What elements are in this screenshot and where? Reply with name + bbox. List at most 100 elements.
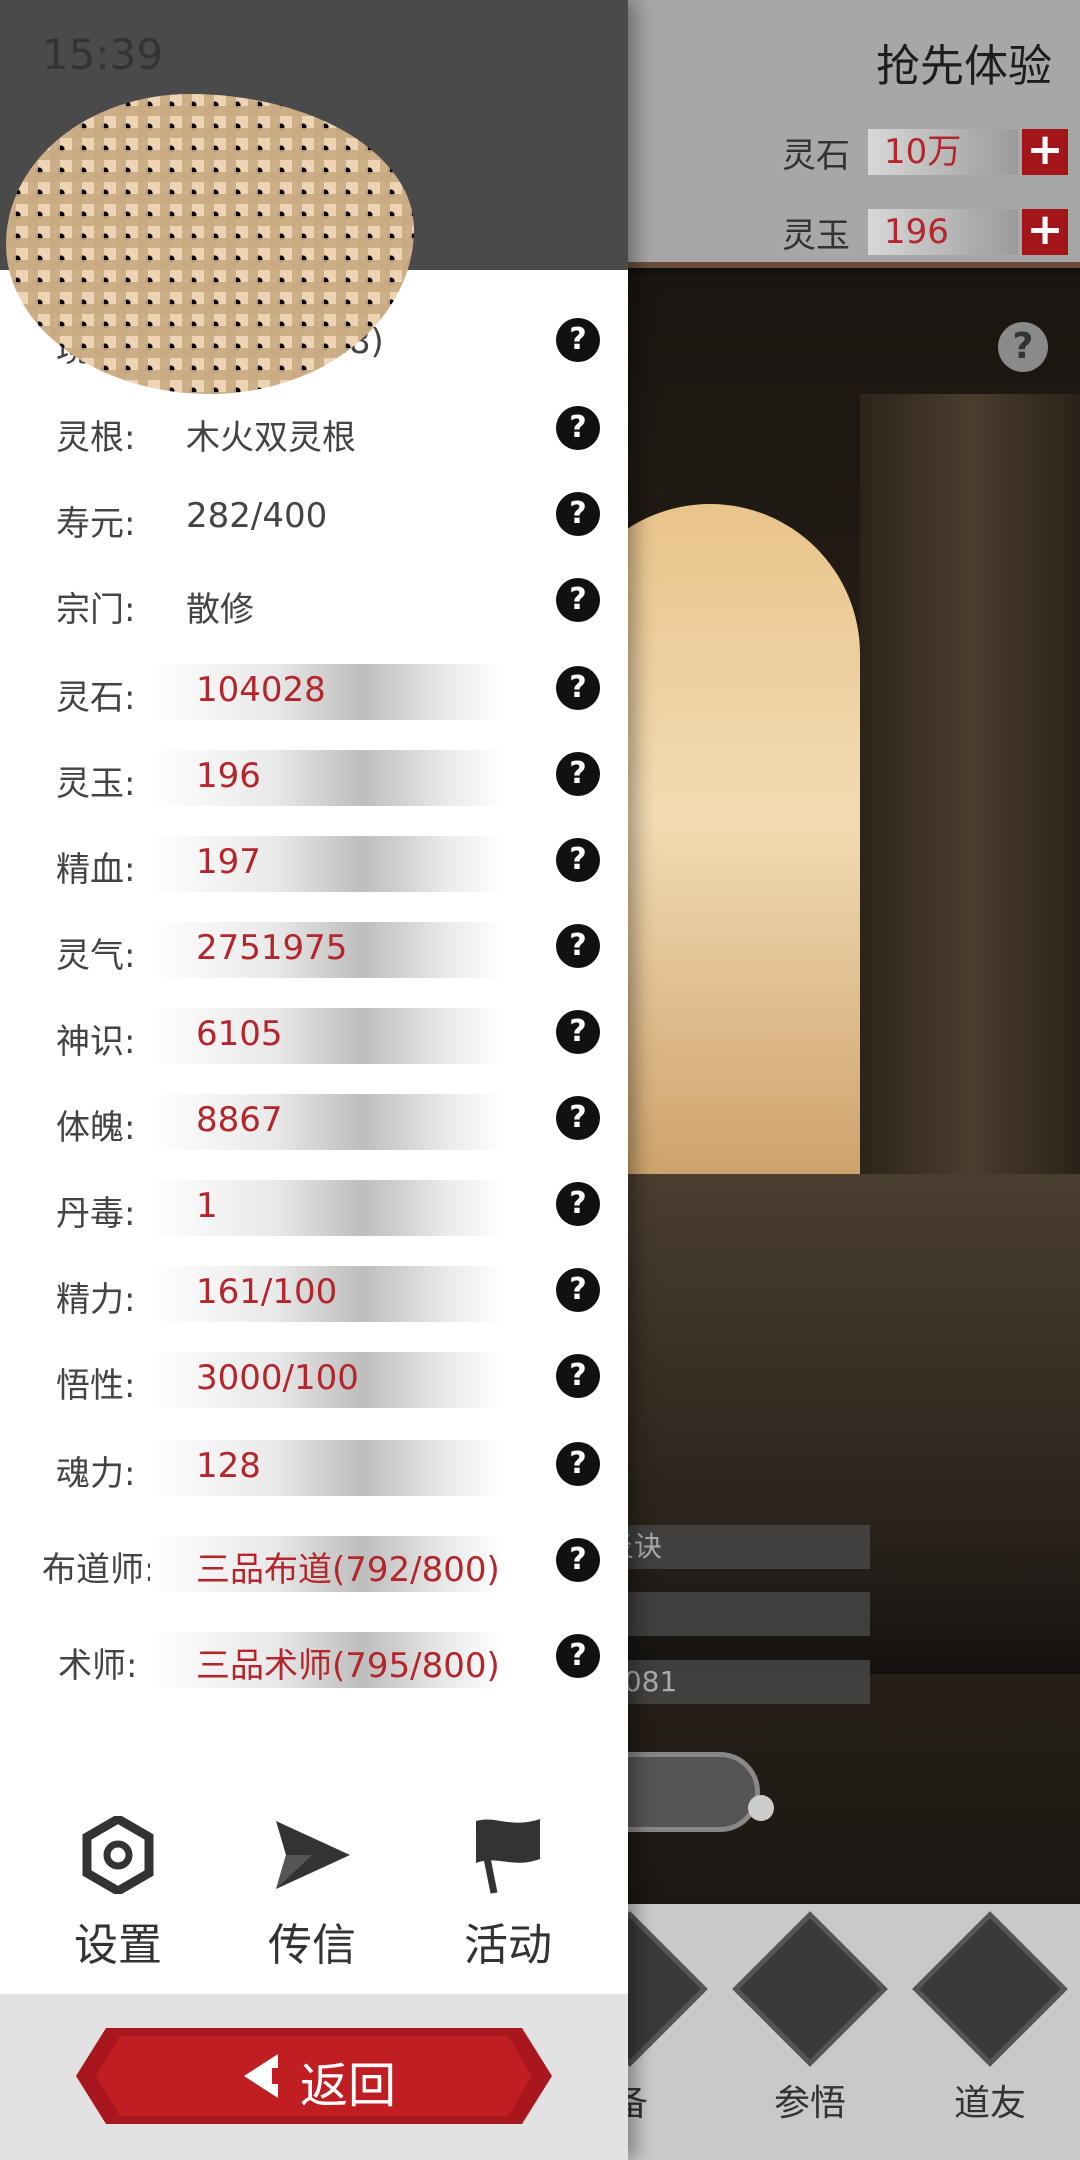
stat-row-physique: 体魄: 8867 ? (0, 1088, 628, 1158)
nav-item-friends[interactable]: 道友 (900, 1911, 1080, 2126)
back-bar: 返回 (0, 1994, 628, 2160)
action-label: 传信 (268, 1920, 356, 1971)
stat-label: 神识: (56, 1022, 136, 1062)
stat-value: 197 (196, 842, 261, 882)
nav-label: 参悟 (773, 2083, 846, 2124)
stat-value-pill: 三品布道(792/800) (150, 1536, 504, 1592)
action-label: 活动 (464, 1920, 552, 1971)
scene-info-bar: 炎诀 (600, 1525, 870, 1569)
stat-row-spell-master: 术师: 三品术师(795/800) ? (0, 1626, 628, 1696)
stat-row-lifespan: 寿元: 282/400 ? (0, 484, 628, 554)
scene-info-bar: 6081 (600, 1660, 870, 1704)
stat-value: 282/400 (186, 496, 328, 536)
back-button[interactable]: 返回 (76, 2028, 552, 2124)
stat-label: 悟性: (56, 1366, 136, 1406)
stat-label: 体魄: (56, 1108, 136, 1148)
stat-value-pill: 8867 (150, 1094, 504, 1150)
stat-label: 灵根: (56, 418, 136, 458)
stat-row-spirit-root: 灵根: 木火双灵根 ? (0, 398, 628, 468)
help-icon[interactable]: ? (556, 1182, 600, 1226)
stat-label: 宗门: (56, 590, 136, 630)
help-icon[interactable]: ? (556, 318, 600, 362)
resource-value: 10万 (868, 129, 1018, 175)
help-icon[interactable]: ? (556, 924, 600, 968)
comprehend-icon (732, 1911, 888, 2067)
help-icon[interactable]: ? (556, 1096, 600, 1140)
help-icon[interactable]: ? (556, 578, 600, 622)
stat-label: 精血: (56, 850, 136, 890)
send-message-button[interactable]: 传信 (222, 1815, 402, 1973)
stat-value: 161/100 (196, 1272, 338, 1312)
stat-value-pill: 104028 (150, 664, 504, 720)
stat-value-pill: 197 (150, 836, 504, 892)
help-icon[interactable]: ? (556, 838, 600, 882)
help-icon[interactable]: ? (556, 492, 600, 536)
stat-label: 布道师: (42, 1550, 156, 1590)
scene-info-bar (600, 1592, 870, 1636)
events-button[interactable]: 活动 (418, 1815, 598, 1973)
stat-label: 丹毒: (56, 1194, 136, 1234)
stat-label: 灵玉: (56, 764, 136, 804)
resource-row-lingshi: 灵石 10万 + (782, 126, 1068, 178)
stat-value: 128 (196, 1446, 261, 1486)
stat-value-pill: 3000/100 (150, 1352, 504, 1408)
stat-row-divine-sense: 神识: 6105 ? (0, 1002, 628, 1072)
character-stats-drawer: 15:39 境 (28) ? 灵根: 木火双灵根 ? 寿元: 282/400 ?… (0, 0, 628, 2160)
stat-value: 6105 (196, 1014, 283, 1054)
back-label: 返回 (300, 2058, 397, 2114)
stat-label: 灵气: (56, 936, 136, 976)
help-icon[interactable]: ? (556, 666, 600, 710)
stat-row-soul-power: 魂力: 128 ? (0, 1434, 628, 1504)
stat-row-lingshi: 灵石: 104028 ? (0, 658, 628, 728)
stat-value: 三品术师(795/800) (196, 1646, 500, 1686)
send-icon (222, 1815, 402, 1895)
resource-label: 灵玉 (782, 215, 850, 256)
stat-row-preacher: 布道师: 三品布道(792/800) ? (0, 1530, 628, 1600)
action-label: 设置 (74, 1920, 162, 1971)
help-icon[interactable]: ? (556, 406, 600, 450)
help-icon[interactable]: ? (556, 1538, 600, 1582)
stat-value: 104028 (196, 670, 326, 710)
stat-value-pill: 1 (150, 1180, 504, 1236)
settings-button[interactable]: 设置 (28, 1815, 208, 1973)
stat-label: 精力: (56, 1280, 136, 1320)
stat-value-pill: 161/100 (150, 1266, 504, 1322)
help-icon[interactable]: ? (556, 1442, 600, 1486)
settings-icon (28, 1815, 208, 1895)
help-icon[interactable]: ? (556, 1354, 600, 1398)
add-lingyu-button[interactable]: + (1022, 208, 1068, 255)
stat-row-spirit-qi: 灵气: 2751975 ? (0, 916, 628, 986)
stat-value: 8867 (196, 1100, 283, 1140)
stat-value: 三品布道(792/800) (196, 1550, 500, 1590)
stat-row-energy: 精力: 161/100 ? (0, 1260, 628, 1330)
resource-row-lingyu: 灵玉 196 + (782, 206, 1068, 258)
stat-label: 寿元: (56, 504, 136, 544)
help-icon[interactable]: ? (556, 1268, 600, 1312)
friends-icon (912, 1911, 1068, 2067)
scene-help-icon[interactable]: ? (998, 322, 1048, 372)
flag-icon (418, 1815, 598, 1895)
stat-value: 196 (196, 756, 261, 796)
help-icon[interactable]: ? (556, 752, 600, 796)
add-lingshi-button[interactable]: + (1022, 128, 1068, 175)
stat-value-pill: 三品术师(795/800) (150, 1632, 504, 1688)
status-time: 15:39 (42, 30, 164, 79)
nav-item-comprehend[interactable]: 参悟 (720, 1911, 900, 2126)
stat-value: 木火双灵根 (186, 418, 356, 458)
stat-value-pill: 128 (150, 1440, 504, 1496)
stat-row-pill-toxin: 丹毒: 1 ? (0, 1174, 628, 1244)
stat-row-sect: 宗门: 散修 ? (0, 570, 628, 640)
stat-row-lingyu: 灵玉: 196 ? (0, 744, 628, 814)
scene-progress-knob[interactable] (748, 1795, 774, 1821)
nav-label: 道友 (953, 2083, 1026, 2124)
stat-value: 2751975 (196, 928, 348, 968)
help-icon[interactable]: ? (556, 1010, 600, 1054)
stat-value-pill: 196 (150, 750, 504, 806)
stat-value: 散修 (186, 590, 254, 630)
stat-row-comprehension: 悟性: 3000/100 ? (0, 1346, 628, 1416)
stat-value-pill: 6105 (150, 1008, 504, 1064)
early-access-label[interactable]: 抢先体验 (876, 30, 1052, 94)
help-icon[interactable]: ? (556, 1634, 600, 1678)
resource-value: 196 (868, 209, 1018, 255)
stat-value: 1 (196, 1186, 218, 1226)
